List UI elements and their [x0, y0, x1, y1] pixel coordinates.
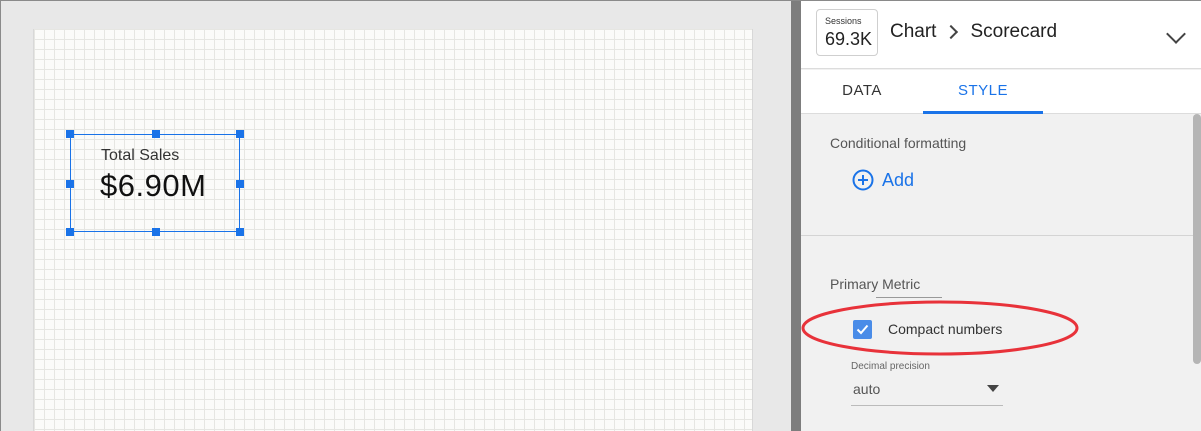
- resize-handle-bottom[interactable]: [152, 228, 160, 236]
- resize-handle-top-right[interactable]: [236, 130, 244, 138]
- decimal-precision-label: Decimal precision: [851, 361, 930, 372]
- dropdown-caret-icon: [987, 385, 999, 392]
- chip-value: 69.3K: [825, 29, 873, 49]
- compact-numbers-label[interactable]: Compact numbers: [888, 321, 1002, 337]
- panel-splitter[interactable]: [791, 1, 801, 431]
- breadcrumb-chart: Chart: [890, 21, 937, 42]
- resize-handle-left[interactable]: [66, 180, 74, 188]
- breadcrumb: Chart Scorecard: [890, 21, 1057, 43]
- tab-data[interactable]: DATA: [801, 70, 923, 114]
- scorecard-label: Total Sales: [101, 147, 180, 164]
- resize-handle-right[interactable]: [236, 180, 244, 188]
- add-label: Add: [882, 169, 915, 190]
- compact-numbers-checkbox[interactable]: [853, 320, 872, 339]
- section-divider: [801, 235, 1193, 236]
- add-circle-icon: [852, 169, 874, 191]
- scorecard-chart[interactable]: Total Sales $6.90M: [70, 134, 240, 232]
- panel-header: Sessions 69.3K Chart Scorecard: [801, 1, 1201, 69]
- check-icon: [856, 324, 869, 335]
- scorecard-value: $6.90M: [100, 168, 207, 203]
- chevron-down-icon[interactable]: [1166, 24, 1186, 44]
- properties-panel: Sessions 69.3K Chart Scorecard DATA STYL…: [801, 1, 1201, 431]
- chip-label: Sessions: [825, 16, 862, 26]
- primary-metric-title: Primary Metric: [830, 276, 921, 292]
- tab-style[interactable]: STYLE: [923, 70, 1043, 114]
- panel-tabs: DATA STYLE: [801, 70, 1201, 114]
- chart-preview-chip[interactable]: Sessions 69.3K: [816, 9, 878, 56]
- resize-handle-bottom-right[interactable]: [236, 228, 244, 236]
- resize-handle-top-left[interactable]: [66, 130, 74, 138]
- decimal-precision-value: auto: [853, 381, 881, 397]
- annotation-tick: [876, 297, 942, 298]
- decimal-precision-select[interactable]: auto: [851, 377, 1003, 406]
- panel-scrollbar[interactable]: [1193, 114, 1201, 364]
- add-conditional-format-button[interactable]: Add: [852, 169, 914, 191]
- conditional-formatting-title: Conditional formatting: [830, 135, 967, 151]
- resize-handle-top[interactable]: [152, 130, 160, 138]
- resize-handle-bottom-left[interactable]: [66, 228, 74, 236]
- breadcrumb-scorecard: Scorecard: [970, 21, 1058, 42]
- chevron-right-icon: [944, 24, 959, 40]
